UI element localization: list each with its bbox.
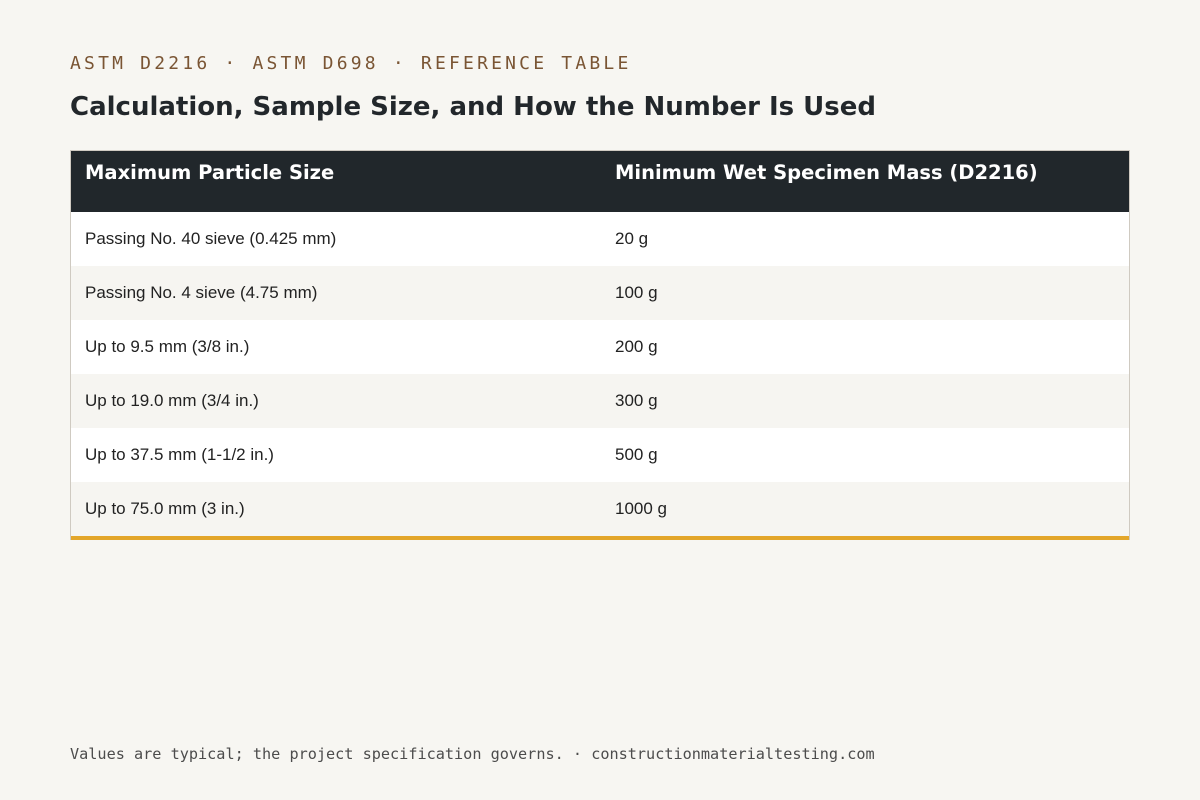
column-header-specimen-mass: Minimum Wet Specimen Mass (D2216) — [601, 151, 1129, 212]
table-row: Passing No. 40 sieve (0.425 mm) 20 g — [71, 212, 1129, 266]
table-row: Up to 37.5 mm (1-1/2 in.) 500 g — [71, 428, 1129, 482]
footer-note: Values are typical; the project specific… — [70, 745, 875, 763]
table-header-row: Maximum Particle Size Minimum Wet Specim… — [71, 151, 1129, 212]
cell-specimen-mass: 20 g — [601, 212, 1129, 266]
reference-table: Maximum Particle Size Minimum Wet Specim… — [71, 151, 1129, 536]
cell-particle-size: Up to 37.5 mm (1-1/2 in.) — [71, 428, 601, 482]
cell-specimen-mass: 1000 g — [601, 482, 1129, 536]
column-header-particle-size: Maximum Particle Size — [71, 151, 601, 212]
eyebrow-label: ASTM D2216 · ASTM D698 · REFERENCE TABLE — [70, 53, 632, 74]
page-title: Calculation, Sample Size, and How the Nu… — [70, 92, 877, 122]
table-row: Passing No. 4 sieve (4.75 mm) 100 g — [71, 266, 1129, 320]
table-row: Up to 9.5 mm (3/8 in.) 200 g — [71, 320, 1129, 374]
cell-specimen-mass: 500 g — [601, 428, 1129, 482]
table-row: Up to 19.0 mm (3/4 in.) 300 g — [71, 374, 1129, 428]
cell-particle-size: Up to 75.0 mm (3 in.) — [71, 482, 601, 536]
reference-table-container: Maximum Particle Size Minimum Wet Specim… — [70, 150, 1130, 540]
cell-particle-size: Passing No. 40 sieve (0.425 mm) — [71, 212, 601, 266]
cell-specimen-mass: 100 g — [601, 266, 1129, 320]
cell-specimen-mass: 200 g — [601, 320, 1129, 374]
table-accent-bar — [71, 536, 1129, 540]
cell-particle-size: Up to 9.5 mm (3/8 in.) — [71, 320, 601, 374]
cell-particle-size: Up to 19.0 mm (3/4 in.) — [71, 374, 601, 428]
cell-specimen-mass: 300 g — [601, 374, 1129, 428]
table-row: Up to 75.0 mm (3 in.) 1000 g — [71, 482, 1129, 536]
cell-particle-size: Passing No. 4 sieve (4.75 mm) — [71, 266, 601, 320]
